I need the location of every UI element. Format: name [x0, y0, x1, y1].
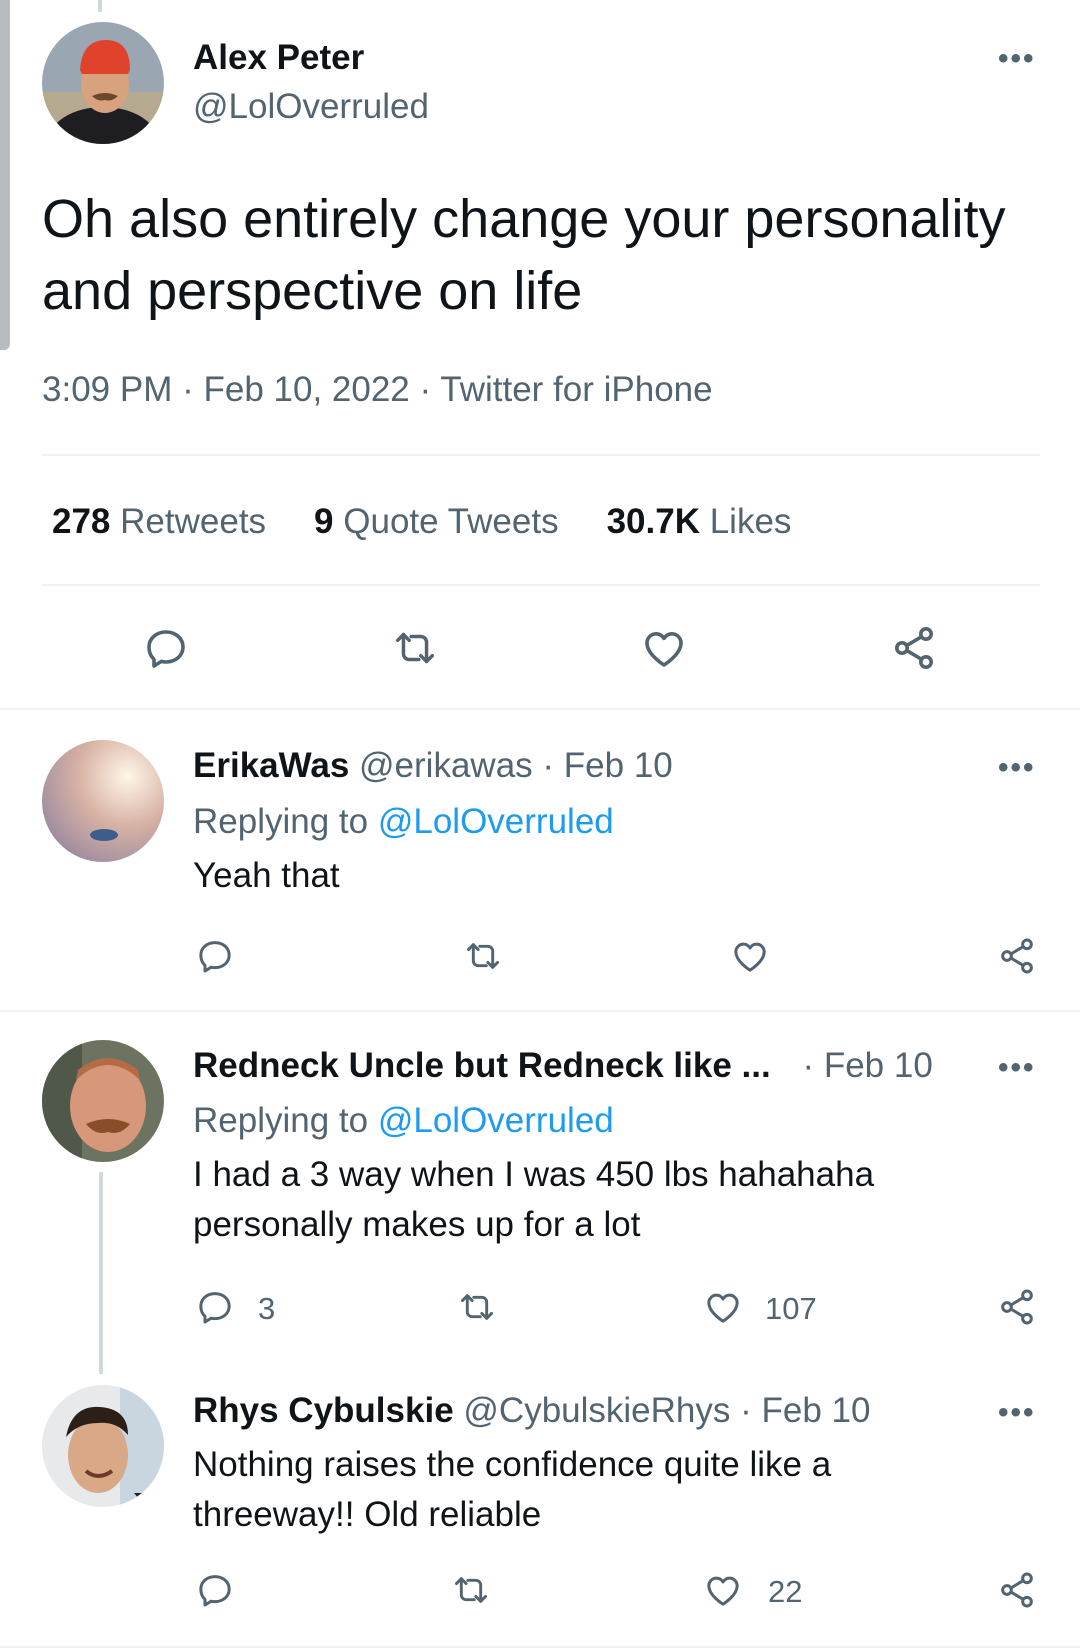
tweet-text: Oh also entirely change your personality…: [42, 189, 1006, 321]
reply-icon[interactable]: [142, 624, 190, 672]
reply-text: Nothing raises the confidence quite like…: [193, 1445, 832, 1534]
more-icon[interactable]: •••: [998, 1398, 1036, 1428]
share-icon[interactable]: [997, 1287, 1037, 1327]
divider: [42, 454, 1040, 456]
tweet-date[interactable]: Feb 10, 2022: [203, 370, 409, 409]
retweet-icon[interactable]: [390, 624, 440, 672]
reply-icon[interactable]: [195, 936, 235, 976]
reply-date[interactable]: · Feb 10: [542, 746, 672, 785]
likes-stat[interactable]: 30.7K Likes: [607, 502, 792, 542]
divider: [0, 708, 1080, 710]
like-count: 107: [765, 1291, 817, 1326]
reply-author-name[interactable]: Redneck Uncle but Redneck like ...: [193, 1046, 771, 1085]
reply-icon[interactable]: [195, 1287, 235, 1327]
tweet-time[interactable]: 3:09 PM: [42, 370, 172, 409]
reply-date[interactable]: · Feb 10: [740, 1391, 870, 1430]
tweet-source[interactable]: Twitter for iPhone: [440, 370, 712, 409]
like-icon[interactable]: [703, 1287, 743, 1327]
tweet-meta: 3:09 PM · Feb 10, 2022 · Twitter for iPh…: [42, 370, 713, 410]
replying-to: Replying to @LolOverruled: [193, 802, 614, 841]
reply-count: 3: [258, 1291, 276, 1326]
avatar-alex-peter[interactable]: [42, 22, 164, 144]
share-icon[interactable]: [997, 936, 1037, 976]
like-icon[interactable]: [640, 624, 688, 672]
like-icon[interactable]: [703, 1570, 743, 1610]
reply-text: Yeah that: [193, 856, 340, 895]
more-icon[interactable]: •••: [998, 44, 1036, 74]
reply-header: ErikaWas @erikawas · Feb 10: [193, 746, 673, 786]
tweet-stats: 278 Retweets 9 Quote Tweets 30.7K Likes: [52, 502, 791, 542]
retweet-icon[interactable]: [450, 1570, 492, 1610]
avatar-erikawas[interactable]: [42, 740, 164, 862]
retweet-icon[interactable]: [462, 936, 504, 976]
reply-author-handle[interactable]: @CybulskieRhys: [463, 1391, 730, 1430]
replying-to-link[interactable]: @LolOverruled: [378, 1101, 614, 1140]
tweet-author-handle[interactable]: @LolOverruled: [193, 87, 429, 127]
reply-text: I had a 3 way when I was 450 lbs hahahah…: [193, 1155, 875, 1244]
share-icon[interactable]: [997, 1570, 1037, 1610]
reply-icon[interactable]: [195, 1570, 235, 1610]
thread-connector: [99, 1172, 103, 1374]
reply-header: Redneck Uncle but Redneck like ... · Feb…: [193, 1046, 933, 1086]
tweet-author-name[interactable]: Alex Peter: [193, 38, 364, 78]
divider: [0, 1646, 1080, 1648]
meta-separator: ·: [182, 370, 194, 409]
like-count: 22: [768, 1574, 803, 1609]
meta-separator: ·: [419, 370, 432, 409]
scrollbar[interactable]: [0, 0, 10, 350]
avatar-rhys-cybulskie[interactable]: [42, 1385, 164, 1507]
reply-author-name[interactable]: ErikaWas: [193, 746, 349, 785]
retweet-icon[interactable]: [456, 1287, 498, 1327]
share-icon[interactable]: [890, 624, 938, 672]
divider: [0, 1010, 1080, 1012]
reply-header: Rhys Cybulskie @CybulskieRhys · Feb 10: [193, 1391, 870, 1431]
reply-author-name[interactable]: Rhys Cybulskie: [193, 1391, 454, 1430]
avatar-redneck-uncle[interactable]: [42, 1040, 164, 1162]
reply-author-handle[interactable]: @erikawas: [359, 746, 533, 785]
replying-to-link[interactable]: @LolOverruled: [378, 802, 614, 841]
more-icon[interactable]: •••: [998, 753, 1036, 783]
retweets-stat[interactable]: 278 Retweets: [52, 502, 266, 542]
divider: [42, 584, 1040, 586]
reply-date[interactable]: · Feb 10: [802, 1046, 932, 1085]
replying-to: Replying to @LolOverruled: [193, 1101, 614, 1140]
thread-connector-top: [98, 0, 102, 12]
like-icon[interactable]: [730, 936, 770, 976]
more-icon[interactable]: •••: [998, 1053, 1036, 1083]
quotes-stat[interactable]: 9 Quote Tweets: [314, 502, 559, 542]
